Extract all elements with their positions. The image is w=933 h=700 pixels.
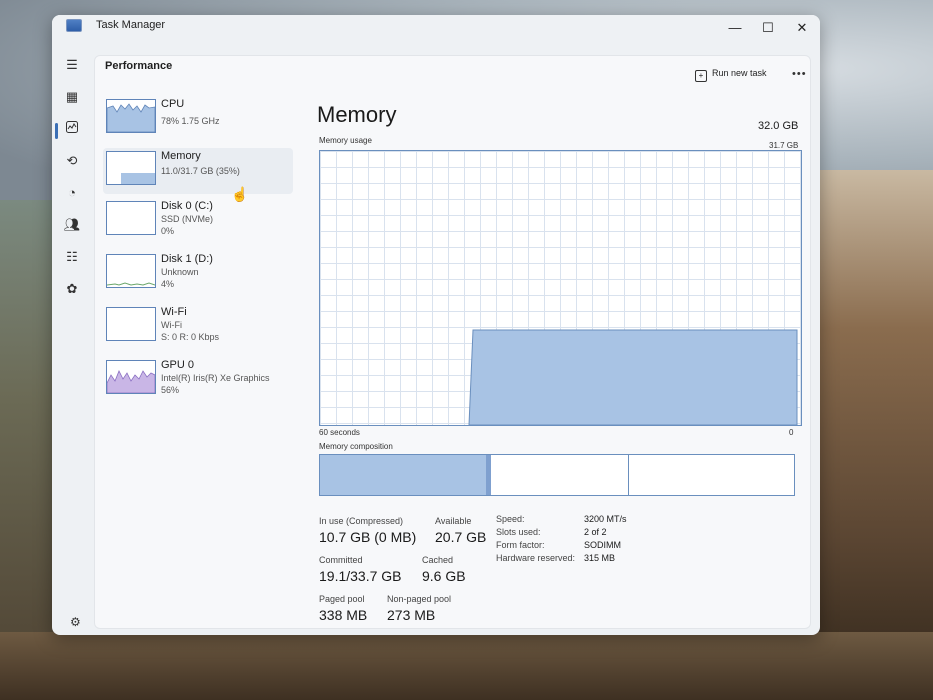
device-detail: SSD (NVMe) [161, 214, 214, 224]
device-item-disk-1[interactable]: Disk 1 (D:) Unknown 4% [103, 251, 293, 297]
desktop-wallpaper-right [815, 170, 933, 700]
disk1-thumbnail [106, 254, 156, 288]
paged-pool-value: 338 MB [319, 607, 368, 623]
hardware-reserved-label: Hardware reserved: [496, 553, 576, 563]
page-title: Performance [105, 60, 173, 72]
close-button[interactable]: ✕ [787, 17, 817, 39]
desktop-wallpaper-left [0, 200, 60, 700]
paged-pool-label: Paged pool [319, 594, 365, 604]
cached-value: 9.6 GB [422, 568, 466, 584]
settings-icon[interactable]: ⚙ [70, 615, 81, 629]
device-name: Disk 0 (C:) [161, 200, 213, 212]
cpu-thumbnail [106, 99, 156, 133]
memory-composition-label: Memory composition [319, 442, 393, 451]
mouse-pointer-icon: ☝ [231, 186, 249, 202]
services-icon[interactable]: ✿ [62, 279, 82, 299]
gpu-thumbnail [106, 360, 156, 394]
app-history-icon[interactable]: ⟲ [62, 151, 82, 171]
title-bar[interactable]: Task Manager — ☐ ✕ [52, 15, 820, 45]
speed-value: 3200 MT/s [584, 514, 627, 524]
form-factor-label: Form factor: [496, 540, 545, 550]
committed-value: 19.1/33.7 GB [319, 568, 402, 584]
memory-composition-bar [319, 454, 795, 496]
disk0-thumbnail [106, 201, 156, 235]
in-use-label: In use (Compressed) [319, 516, 404, 526]
device-usage: 0% [161, 226, 175, 236]
device-detail: Unknown [161, 267, 199, 277]
task-manager-window: Task Manager — ☐ ✕ ☰ ▦ ⟲ ◔ 👥︎ ☷ ✿ ⚙ Perf… [52, 15, 820, 635]
maximize-button[interactable]: ☐ [753, 17, 783, 39]
window-title: Task Manager [96, 19, 166, 31]
composition-standby-divider [628, 455, 629, 495]
performance-page: Performance + Run new task ••• CPU 78% 1.… [94, 55, 811, 629]
performance-icon[interactable] [62, 119, 82, 139]
device-item-memory[interactable]: Memory 11.0/31.7 GB (35%) [103, 148, 293, 194]
device-detail: Wi-Fi [161, 320, 182, 330]
device-throughput: S: 0 R: 0 Kbps [161, 332, 220, 342]
device-detail: Intel(R) Iris(R) Xe Graphics [161, 373, 270, 383]
details-icon[interactable]: ☷ [62, 247, 82, 267]
device-name: CPU [161, 98, 185, 110]
run-task-icon: + [695, 70, 707, 82]
device-item-disk-0[interactable]: Disk 0 (C:) SSD (NVMe) 0% [103, 198, 293, 244]
desktop-wallpaper-bottom [0, 632, 933, 700]
memory-usage-graph [319, 150, 802, 426]
run-new-task-label: Run new task [712, 68, 767, 78]
device-name: Wi-Fi [161, 306, 187, 318]
non-paged-pool-value: 273 MB [387, 607, 436, 623]
device-name: GPU 0 [161, 359, 195, 371]
memory-usage-max: 31.7 GB [769, 141, 799, 150]
device-detail: 78% 1.75 GHz [161, 116, 220, 126]
device-name: Memory [161, 150, 201, 162]
memory-usage-area [468, 329, 798, 425]
memory-usage-plot [468, 329, 798, 425]
graph-axis-right-label: 0 [789, 428, 794, 437]
active-nav-indicator [55, 123, 58, 139]
non-paged-pool-label: Non-paged pool [387, 594, 452, 604]
composition-modified [486, 455, 491, 495]
graph-axis-left-label: 60 seconds [319, 428, 360, 437]
memory-heading: Memory [317, 102, 397, 127]
composition-in-use [320, 455, 486, 495]
memory-total: 32.0 GB [758, 120, 799, 132]
startup-apps-icon[interactable]: ◔ [62, 183, 82, 203]
device-name: Disk 1 (D:) [161, 253, 213, 265]
in-use-value: 10.7 GB (0 MB) [319, 529, 417, 545]
cached-label: Cached [422, 555, 454, 565]
available-label: Available [435, 516, 472, 526]
device-usage: 56% [161, 385, 180, 395]
minimize-button[interactable]: — [720, 17, 750, 39]
more-options-button[interactable]: ••• [792, 68, 807, 80]
speed-label: Speed: [496, 514, 525, 524]
run-new-task-button[interactable]: + Run new task [695, 68, 767, 82]
processes-icon[interactable]: ▦ [62, 87, 82, 107]
form-factor-value: SODIMM [584, 540, 621, 550]
memory-thumbnail [106, 151, 156, 185]
hamburger-icon[interactable]: ☰ [62, 55, 82, 75]
memory-usage-label: Memory usage [319, 136, 372, 145]
device-item-cpu[interactable]: CPU 78% 1.75 GHz [103, 96, 293, 142]
committed-label: Committed [319, 555, 363, 565]
task-manager-app-icon [66, 19, 82, 32]
device-item-wifi[interactable]: Wi-Fi Wi-Fi S: 0 R: 0 Kbps [103, 304, 293, 350]
wifi-thumbnail [106, 307, 156, 341]
users-icon[interactable]: 👥︎ [62, 215, 82, 235]
device-item-gpu[interactable]: GPU 0 Intel(R) Iris(R) Xe Graphics 56% [103, 357, 293, 403]
device-usage: 4% [161, 279, 175, 289]
slots-used-value: 2 of 2 [584, 527, 607, 537]
available-value: 20.7 GB [435, 529, 487, 545]
device-detail: 11.0/31.7 GB (35%) [161, 166, 240, 176]
hardware-reserved-value: 315 MB [584, 553, 616, 563]
slots-used-label: Slots used: [496, 527, 541, 537]
